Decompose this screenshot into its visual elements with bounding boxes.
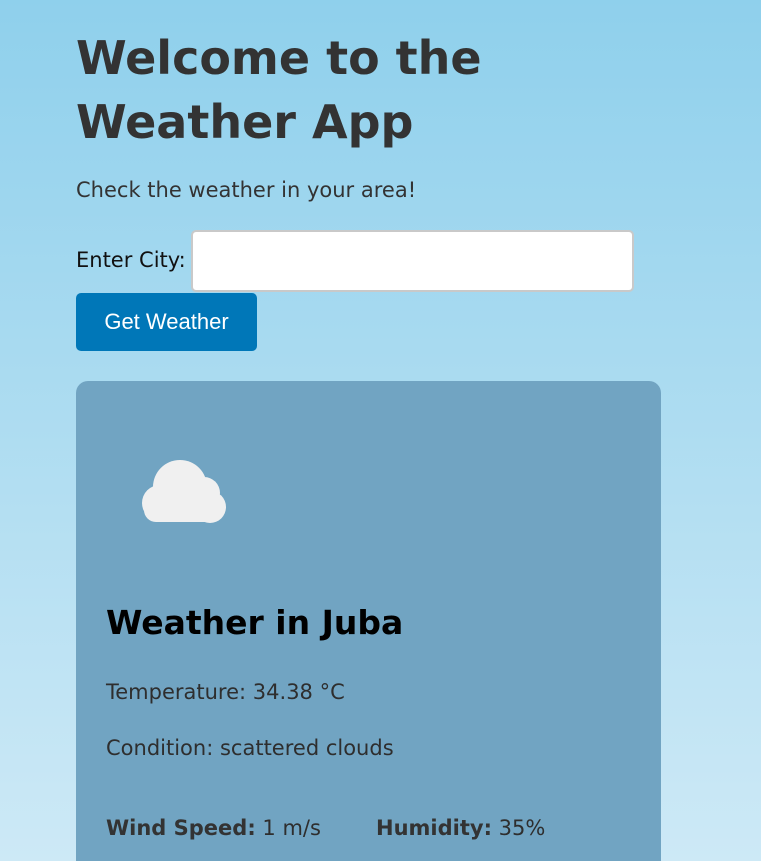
city-label: Enter City: [76,248,186,272]
page-title: Welcome to the Weather App [76,31,482,149]
wind-speed-label: Wind Speed: [106,816,256,840]
humidity-value: 35% [498,816,546,840]
wind-speed: Wind Speed: 1 m/s [106,814,321,842]
condition-value: scattered clouds [219,736,394,760]
temperature-label: Temperature: [106,680,247,704]
weather-city-title: Weather in Juba [106,603,404,642]
temperature-value: 34.38 °C [252,680,345,704]
get-weather-button[interactable]: Get Weather [76,293,257,351]
wind-speed-value: 1 m/s [262,816,321,840]
temperature-line: Temperature: 34.38 °C [106,678,345,706]
condition-line: Condition: scattered clouds [106,734,394,762]
cloud-icon [142,460,226,523]
humidity: Humidity: 35% [376,814,545,842]
city-input[interactable] [191,230,634,292]
humidity-label: Humidity: [376,816,492,840]
condition-label: Condition: [106,736,214,760]
weather-card: Weather in Juba Temperature: 34.38 °C Co… [76,381,661,861]
page-subtitle: Check the weather in your area! [76,178,417,202]
